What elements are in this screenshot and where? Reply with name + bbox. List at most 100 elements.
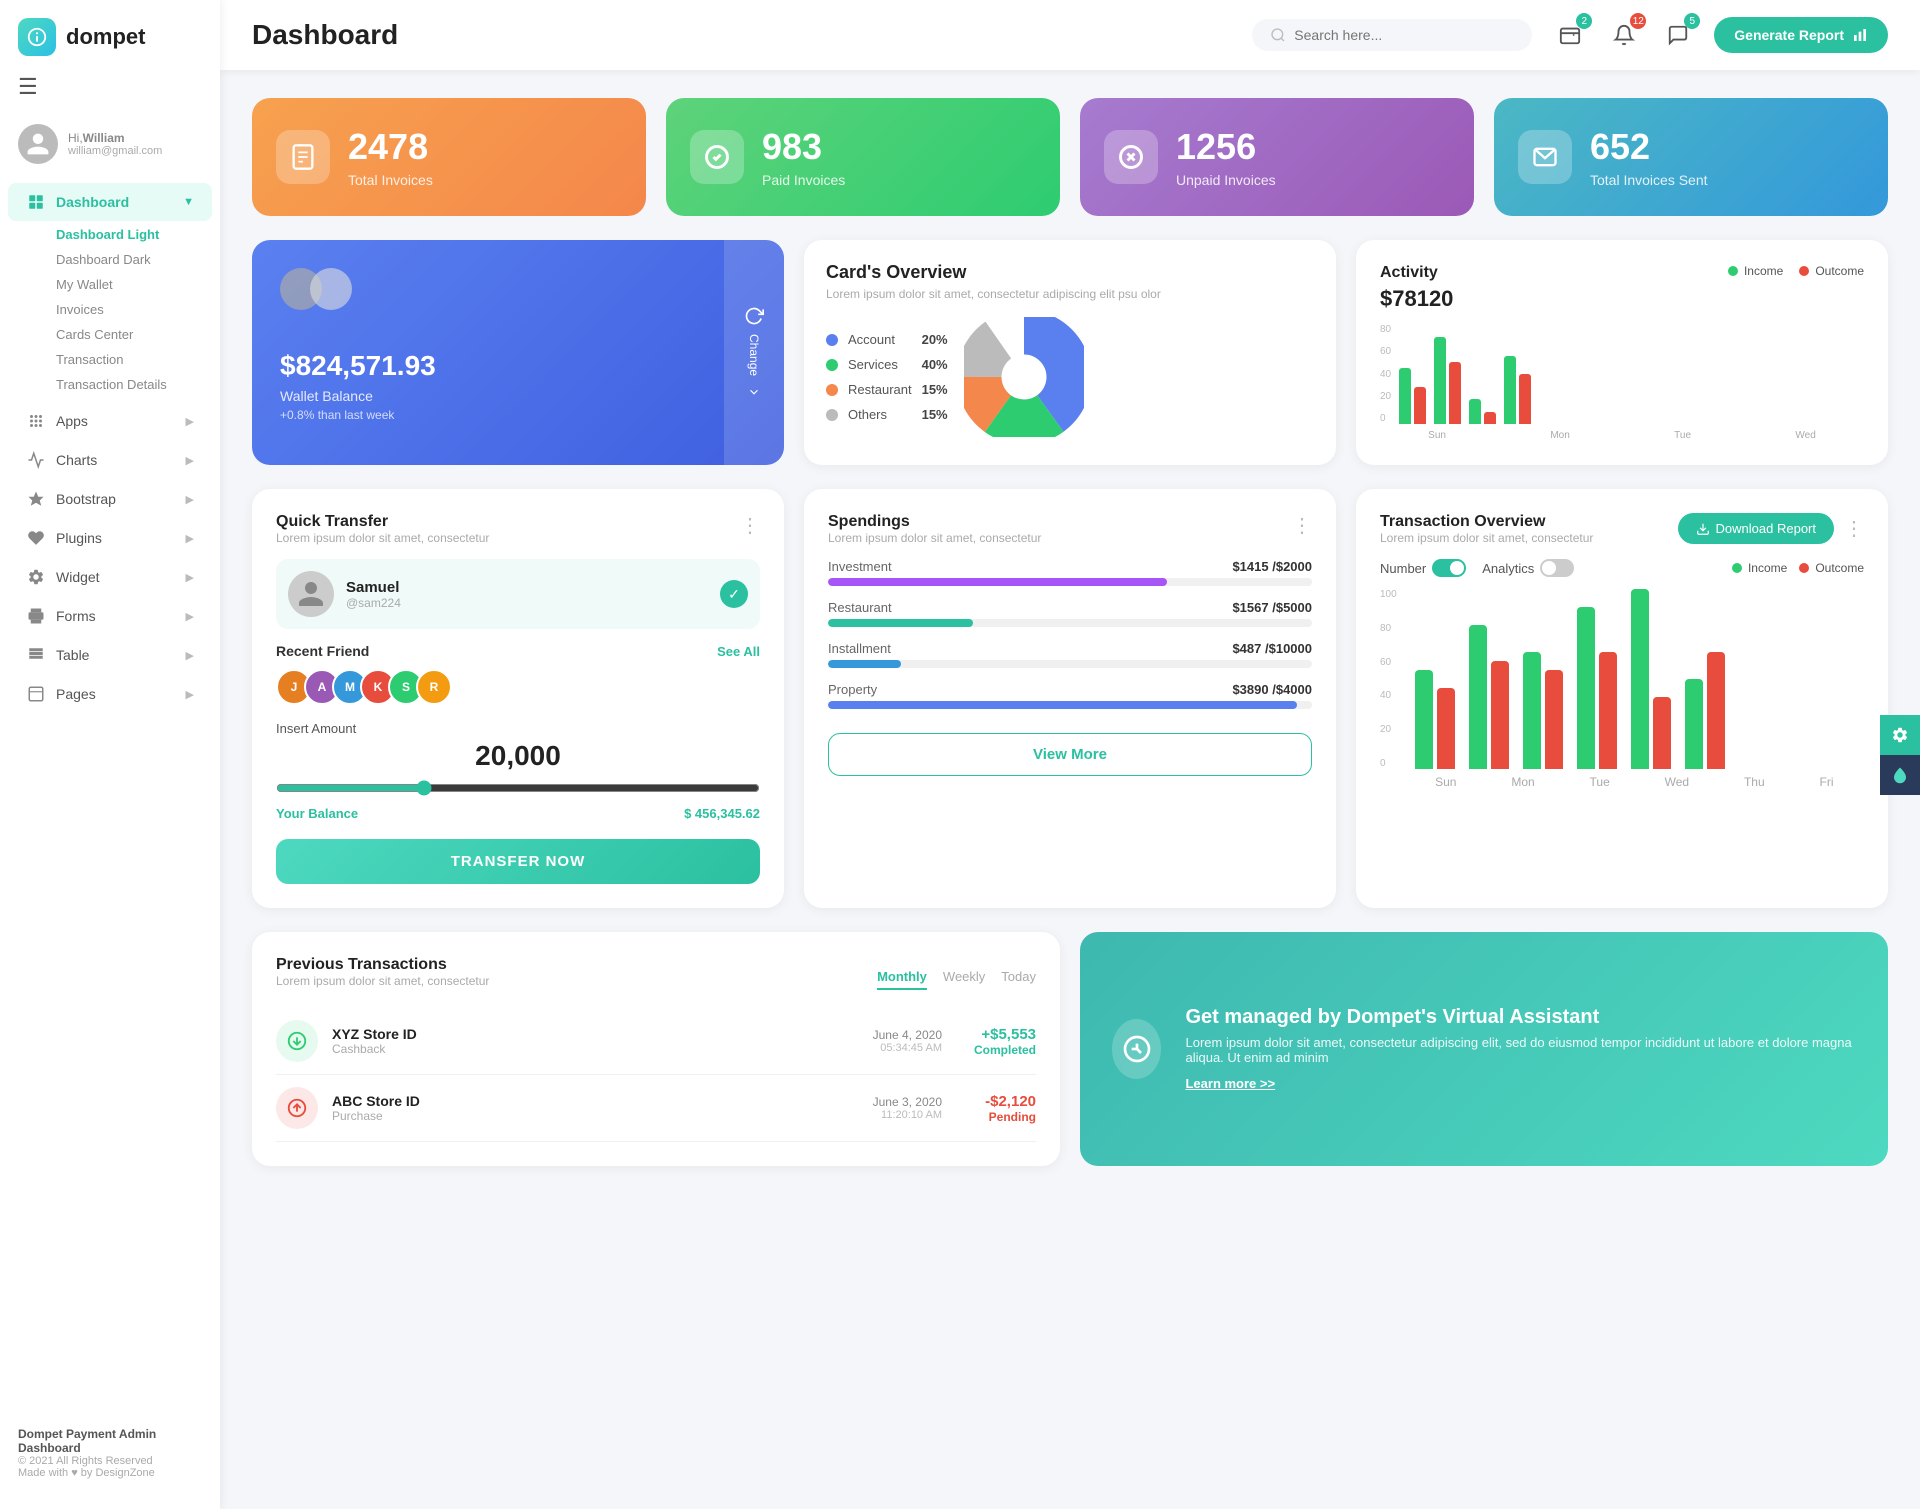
chat-icon-btn[interactable]: 5 [1660,17,1696,53]
to-outcome-tue [1545,670,1563,769]
sidebar-item-label: Apps [56,413,88,429]
pt-txn-status: Completed [956,1043,1036,1057]
sp-bar-investment [828,578,1167,586]
generate-report-button[interactable]: Generate Report [1714,17,1888,53]
chevron-right-icon: ▶ [186,454,194,467]
submenu-transaction[interactable]: Transaction [48,347,220,372]
to-outcome-fri [1707,652,1725,769]
to-y-axis: 0 20 40 60 80 100 [1380,589,1401,769]
co-legend: Account 20% Services 40% Restaurant 15% [826,332,948,422]
wallet-card: $824,571.93 Wallet Balance +0.8% than la… [252,240,784,465]
dashboard-submenu: Dashboard Light Dashboard Dark My Wallet… [0,222,220,401]
sidebar-item-label: Forms [56,608,96,624]
submenu-cards-center[interactable]: Cards Center [48,322,220,347]
pt-tab-weekly[interactable]: Weekly [943,969,985,990]
chevron-right-icon: ▶ [186,493,194,506]
number-toggle-switch[interactable] [1432,559,1466,577]
dots-menu-sp[interactable]: ⋮ [1292,513,1312,538]
to-bar-wed [1577,607,1617,769]
wallet-icon-btn[interactable]: 2 [1552,17,1588,53]
qt-title: Quick Transfer [276,513,489,531]
pt-tabs: Monthly Weekly Today [877,969,1036,990]
sidebar-item-pages[interactable]: Pages ▶ [8,675,212,713]
outcome-bar-wed [1519,374,1531,424]
view-more-button[interactable]: View More [828,733,1312,776]
sidebar-item-forms[interactable]: Forms ▶ [8,597,212,635]
search-bar[interactable] [1252,19,1532,51]
send-icon [1518,130,1572,184]
pt-txn2-icon [276,1087,318,1129]
bar-chart-icon [1852,27,1868,43]
sidebar-item-table[interactable]: Table ▶ [8,636,212,674]
download-circle-icon [286,1030,308,1052]
qt-see-all-link[interactable]: See All [717,644,760,659]
sidebar-item-widget[interactable]: Widget ▶ [8,558,212,596]
sidebar-item-apps[interactable]: Apps ▶ [8,402,212,440]
download-report-button[interactable]: Download Report [1678,513,1834,544]
qt-friend-avatars: J A M K S R [276,669,760,705]
pt-tab-today[interactable]: Today [1001,969,1036,990]
to-bar-mon [1469,625,1509,769]
pt-txn2-time: 11:20:10 AM [873,1109,942,1121]
settings-float-btn[interactable] [1880,715,1920,755]
outcome-dot [1799,266,1809,276]
co-legend-others: Others 15% [826,407,948,422]
bell-icon-btn[interactable]: 12 [1606,17,1642,53]
wallet-change-btn[interactable]: Change [724,240,784,465]
va-subtitle: Lorem ipsum dolor sit amet, consectetur … [1185,1035,1856,1065]
sidebar-item-plugins[interactable]: Plugins ▶ [8,519,212,557]
stat-num-paid: 983 [762,126,845,168]
wallet-change-label: Change [747,334,761,376]
qt-balance-label: Your Balance [276,806,358,821]
sidebar-item-label: Pages [56,686,96,702]
to-income-mon [1469,625,1487,769]
dots-menu-qt[interactable]: ⋮ [740,513,760,538]
submenu-my-wallet[interactable]: My Wallet [48,272,220,297]
to-income-legend: Income [1732,561,1787,575]
pt-txn-name: XYZ Store ID [332,1026,859,1042]
wallet-circle-2 [310,268,352,310]
chevron-right-icon: ▶ [186,688,194,701]
sidebar: dompet ☰ Hi,William william@gmail.com Da… [0,0,220,1509]
spendings-card: Spendings Lorem ipsum dolor sit amet, co… [804,489,1336,908]
to-outcome-wed [1599,652,1617,769]
qt-check-icon: ✓ [720,580,748,608]
submenu-dashboard-dark[interactable]: Dashboard Dark [48,247,220,272]
dots-menu-to[interactable]: ⋮ [1844,516,1864,541]
sidebar-item-charts[interactable]: Charts ▶ [8,441,212,479]
submenu-transaction-details[interactable]: Transaction Details [48,372,220,397]
logo-icon [18,18,56,56]
pt-tab-monthly[interactable]: Monthly [877,969,927,990]
submenu-dashboard-light[interactable]: Dashboard Light [48,222,220,247]
sidebar-item-label: Widget [56,569,100,585]
to-bar-tue [1523,652,1563,769]
va-learn-more-link[interactable]: Learn more >> [1185,1076,1275,1091]
to-bar-thu [1631,589,1671,769]
stat-info-sent: 652 Total Invoices Sent [1590,126,1708,188]
quick-transfer-card: Quick Transfer Lorem ipsum dolor sit ame… [252,489,784,908]
sidebar-footer: Dompet Payment Admin Dashboard © 2021 Al… [0,1415,220,1491]
header: Dashboard 2 12 5 Generate Report [220,0,1920,70]
stats-row: 2478 Total Invoices 983 Paid Invoices [252,98,1888,216]
chevron-right-icon: ▶ [186,415,194,428]
sidebar-item-bootstrap[interactable]: Bootstrap ▶ [8,480,212,518]
water-float-btn[interactable] [1880,755,1920,795]
co-body: Account 20% Services 40% Restaurant 15% [826,317,1314,437]
transfer-now-button[interactable]: TRANSFER NOW [276,839,760,884]
to-income-thu [1631,589,1649,769]
to-bar-fri [1685,652,1725,769]
sidebar-item-label: Table [56,647,89,663]
search-input[interactable] [1294,27,1494,43]
wallet-label: Wallet Balance [280,388,756,404]
settings-icon [1891,726,1909,744]
analytics-toggle-switch[interactable] [1540,559,1574,577]
co-legend-account: Account 20% [826,332,948,347]
sidebar-item-dashboard[interactable]: Dashboard ▼ [8,183,212,221]
transfer-amount-slider[interactable] [276,780,760,796]
submenu-invoices[interactable]: Invoices [48,297,220,322]
bell-icon [1613,24,1635,46]
activity-legend: Income Outcome [1728,264,1864,278]
right-float-panel [1880,715,1920,795]
stat-num-unpaid: 1256 [1176,126,1276,168]
hamburger-btn[interactable]: ☰ [0,74,220,114]
